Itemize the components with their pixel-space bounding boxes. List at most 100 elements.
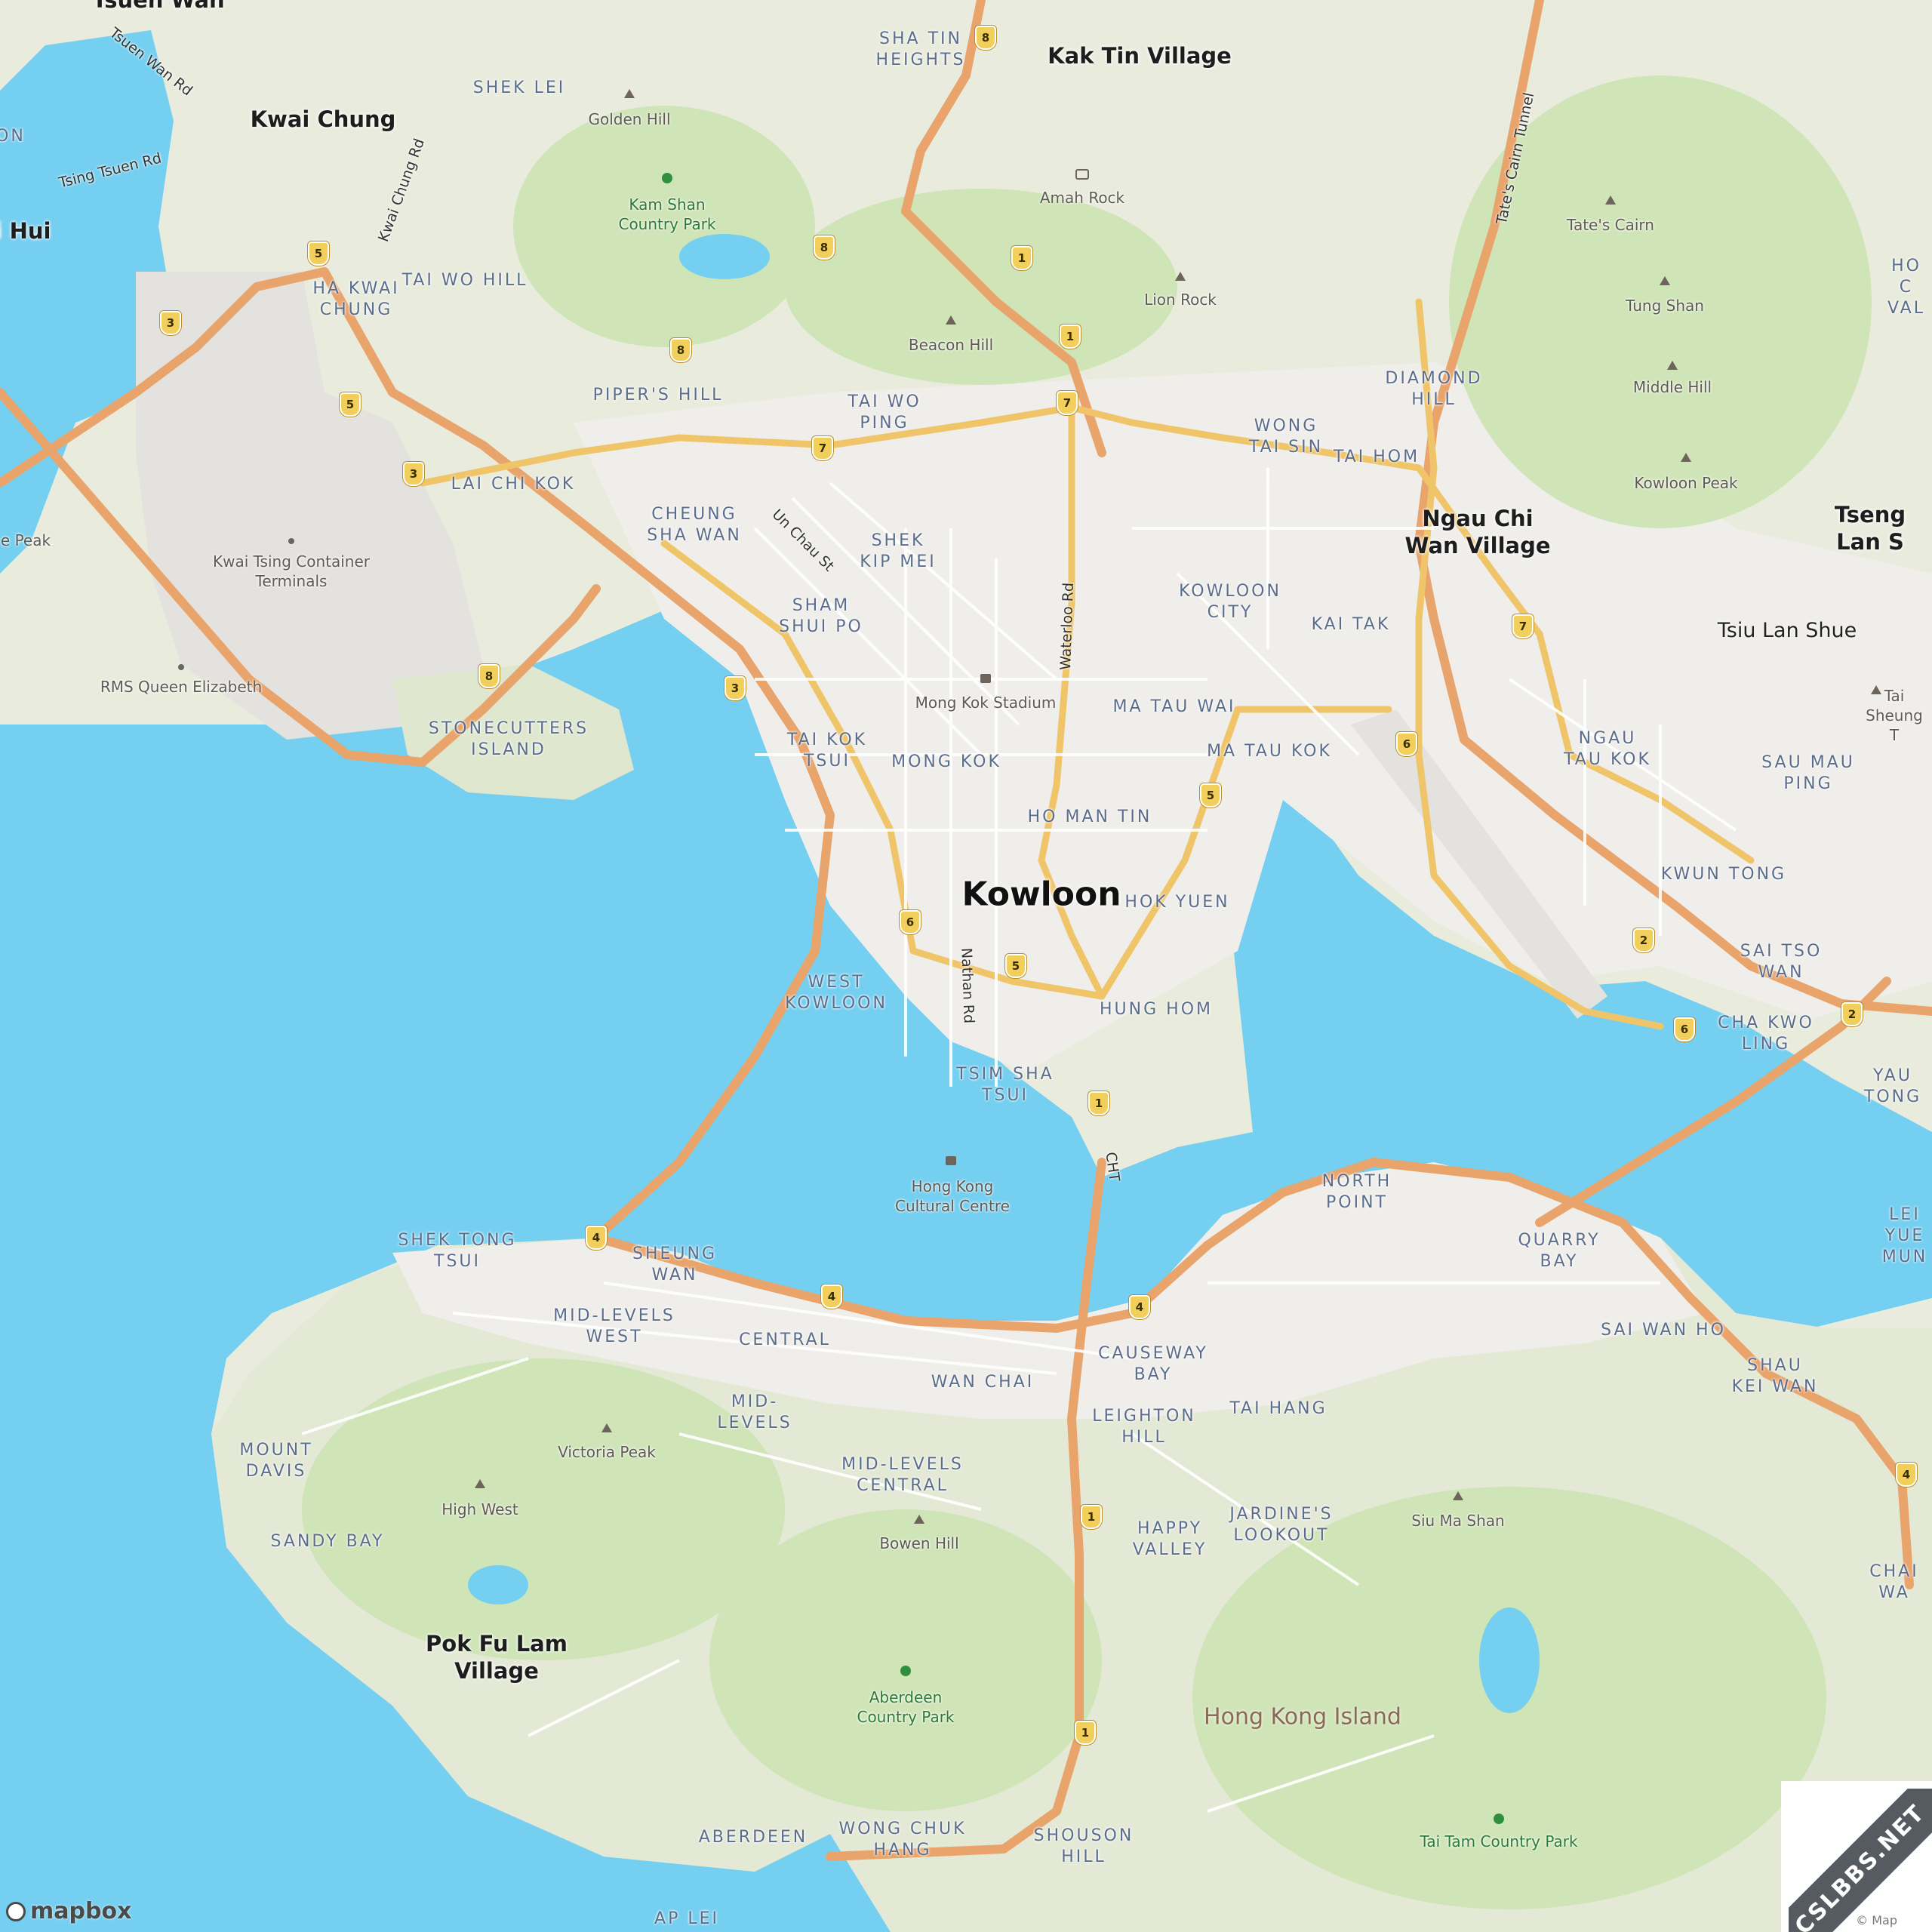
label-sham-shui-po: SHAM SHUI PO: [779, 596, 863, 636]
label-stonecutters-island: STONECUTTERS ISLAND: [428, 719, 589, 759]
label-aberdeen-country-park: Aberdeen Country Park: [857, 1688, 955, 1726]
label-cha-kwo-ling: CHA KWO LING: [1718, 1014, 1814, 1054]
route-shield: 1: [1011, 246, 1032, 270]
peak-icon: [946, 315, 956, 325]
peak-icon: [624, 89, 635, 98]
label-ha-kwai-chung: HA KWAI CHUNG: [312, 279, 400, 319]
tree-icon: [662, 173, 672, 183]
mapbox-logo-icon: [6, 1901, 26, 1921]
route-shield: 5: [1200, 783, 1221, 808]
tree-icon: [900, 1666, 911, 1676]
label-mid-levels-west: MID-LEVELS WEST: [553, 1306, 675, 1346]
label-diamond-hill: DIAMOND HILL: [1385, 369, 1483, 409]
label-wong-chuk-hang: WONG CHUK HANG: [838, 1820, 967, 1860]
peak-icon: [1660, 276, 1670, 285]
label-ngau-chi-wan-village: Ngau Chi Wan Village: [1404, 506, 1551, 558]
label-siu-ma-shan: Siu Ma Shan: [1411, 1512, 1505, 1530]
mapbox-logo[interactable]: mapbox: [6, 1898, 131, 1924]
label-tai-wo-hill: TAI WO HILL: [401, 271, 528, 290]
map-canvas[interactable]: Kowloon Kak Tin Village Kwai Chung Ngau …: [0, 0, 1932, 1932]
label-mong-kok: MONG KOK: [891, 752, 1001, 771]
label-shek-lei: SHEK LEI: [472, 78, 566, 97]
route-shield: 4: [1896, 1463, 1917, 1487]
label-sandy-bay: SANDY BAY: [270, 1532, 385, 1551]
route-shield: 1: [1081, 1505, 1102, 1529]
label-beacon-hill: Beacon Hill: [908, 336, 994, 354]
route-shield: 8: [975, 26, 996, 50]
label-tai-kok-tsui: TAI KOK TSUI: [786, 731, 868, 771]
label-wan-chai: WAN CHAI: [931, 1373, 1035, 1392]
label-bowen-hill: Bowen Hill: [879, 1534, 959, 1552]
label-hong-kong-island: Hong Kong Island: [1204, 1703, 1401, 1730]
peak-icon: [1175, 272, 1186, 281]
route-shield: 2: [1841, 1002, 1863, 1026]
label-kam-shan-country-park: Kam Shan Country Park: [618, 195, 716, 233]
label-hung-hom: HUNG HOM: [1100, 1000, 1213, 1019]
route-shield: 5: [308, 242, 329, 266]
route-shield: 7: [1057, 391, 1078, 415]
watermark: CSLBBS.NET: [1789, 1789, 1932, 1932]
label-shek-tong-tsui: SHEK TONG TSUI: [398, 1231, 517, 1271]
route-shield: 5: [340, 392, 361, 417]
label-sau-mau-ping: SAU MAU PING: [1761, 753, 1855, 793]
label-kowloon-city: KOWLOON CITY: [1179, 582, 1281, 622]
peak-icon: [1453, 1491, 1463, 1500]
label-mount-davis: MOUNT DAVIS: [239, 1441, 313, 1481]
mapbox-logo-text: mapbox: [30, 1898, 132, 1924]
route-shield: 6: [900, 910, 921, 934]
label-west-kowloon: WEST KOWLOON: [785, 973, 888, 1013]
route-shield: 6: [1674, 1017, 1695, 1041]
label-kak-tin-village: Kak Tin Village: [1048, 43, 1232, 69]
peak-icon: [1681, 453, 1691, 462]
label-tai-tam-country-park: Tai Tam Country Park: [1420, 1832, 1578, 1850]
label-yau-tong: YAU TONG: [1863, 1066, 1922, 1106]
route-shield: 8: [670, 338, 691, 362]
route-shield: 3: [724, 676, 746, 700]
route-shield: 3: [160, 311, 181, 335]
label-ngau-tau-kok: NGAU TAU KOK: [1564, 729, 1651, 769]
label-shau-kei-wan: SHAU KEI WAN: [1731, 1356, 1819, 1396]
label-tai-sheung: Tai Sheung T: [1866, 687, 1923, 744]
label-north-point: NORTH POINT: [1321, 1172, 1392, 1212]
label-kwai-chung: Kwai Chung: [250, 106, 396, 132]
camera-icon: [1075, 169, 1089, 180]
dot-icon: [178, 664, 184, 670]
reservoir-pok-fu-lam: [468, 1565, 528, 1604]
label-kwai-tsing-container: Kwai Tsing Container Terminals: [213, 552, 370, 590]
label-quarry-bay: QUARRY BAY: [1518, 1231, 1601, 1271]
label-jardines-lookout: JARDINE'S LOOKOUT: [1229, 1505, 1334, 1545]
label-amah-rock: Amah Rock: [1039, 189, 1125, 207]
park-aberdeen: [709, 1509, 1102, 1811]
route-shield: 1: [1088, 1091, 1109, 1115]
label-pok-fu-lam-village: Pok Fu Lam Village: [426, 1631, 568, 1684]
route-shield: 5: [1005, 954, 1026, 978]
label-wong-tai-sin: WONG TAI SIN: [1248, 417, 1324, 457]
peak-icon: [914, 1515, 924, 1524]
label-kowloon: Kowloon: [961, 875, 1121, 914]
label-kowloon-peak: Kowloon Peak: [1634, 474, 1738, 492]
peak-icon: [1667, 361, 1678, 370]
route-shield: 4: [586, 1226, 607, 1250]
peak-icon: [601, 1423, 612, 1432]
label-chai-wan: CHAI WA: [1869, 1562, 1919, 1602]
peak-icon: [475, 1479, 485, 1488]
label-mid-levels: MID- LEVELS: [717, 1392, 792, 1432]
reservoir-tai-tam: [1479, 1607, 1540, 1713]
route-shield: 4: [1129, 1295, 1150, 1319]
label-high-west: High West: [441, 1500, 518, 1518]
route-shield: 1: [1075, 1721, 1096, 1745]
label-middle-hill: Middle Hill: [1632, 378, 1712, 396]
label-ap-lei: AP LEI: [654, 1909, 719, 1928]
label-tates-cairn: Tate's Cairn: [1567, 216, 1654, 234]
peak-icon: [1605, 195, 1616, 205]
label-happy-valley: HAPPY VALLEY: [1132, 1519, 1208, 1559]
label-ma-tau-kok: MA TAU KOK: [1207, 742, 1332, 761]
label-tsuen-wan: Tsuen Wan: [92, 0, 225, 13]
label-shouson-hill: SHOUSON HILL: [1033, 1826, 1134, 1866]
label-tai-wo-ping: TAI WO PING: [848, 392, 921, 432]
label-tai-hom: TAI HOM: [1333, 448, 1420, 466]
label-mong-kok-stadium: Mong Kok Stadium: [915, 694, 1057, 712]
label-tseng-lan-shue: Tseng Lan S: [1834, 502, 1906, 555]
label-waterloo-rd: Waterloo Rd: [1057, 582, 1078, 671]
route-shield: 7: [1512, 614, 1534, 638]
